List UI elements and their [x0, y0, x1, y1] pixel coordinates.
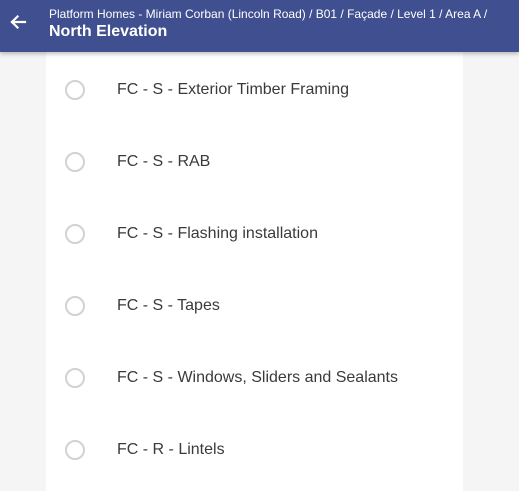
radio-button[interactable] — [65, 80, 85, 100]
option-label: FC - S - RAB — [117, 153, 211, 170]
option-item[interactable]: FC - S - Exterior Timber Framing — [46, 54, 463, 126]
back-button[interactable] — [4, 8, 32, 40]
option-item[interactable]: FC - R - Lintels — [46, 414, 463, 486]
option-item[interactable]: FC - S - Flashing installation — [46, 198, 463, 270]
radio-button[interactable] — [65, 440, 85, 460]
page-title: North Elevation — [49, 23, 168, 40]
radio-button[interactable] — [65, 224, 85, 244]
option-label: FC - S - Flashing installation — [117, 225, 318, 242]
radio-button[interactable] — [65, 368, 85, 388]
radio-button[interactable] — [65, 296, 85, 316]
option-label: FC - S - Exterior Timber Framing — [117, 81, 350, 98]
breadcrumb: Platform Homes - Miriam Corban (Lincoln … — [49, 7, 488, 21]
option-item[interactable]: FC - S - Windows, Sliders and Sealants — [46, 342, 463, 414]
option-label: FC - R - Lintels — [117, 441, 225, 458]
option-item[interactable]: FC - S - Tapes — [46, 270, 463, 342]
arrow-left-icon — [8, 12, 28, 37]
option-label: FC - S - Windows, Sliders and Sealants — [117, 369, 398, 386]
app-bar: Platform Homes - Miriam Corban (Lincoln … — [0, 0, 519, 52]
options-card: FC - S - Exterior Timber Framing FC - S … — [46, 52, 463, 491]
option-item[interactable]: FC - S - RAB — [46, 126, 463, 198]
option-label: FC - S - Tapes — [117, 297, 220, 314]
radio-button[interactable] — [65, 152, 85, 172]
option-list: FC - S - Exterior Timber Framing FC - S … — [46, 54, 463, 486]
